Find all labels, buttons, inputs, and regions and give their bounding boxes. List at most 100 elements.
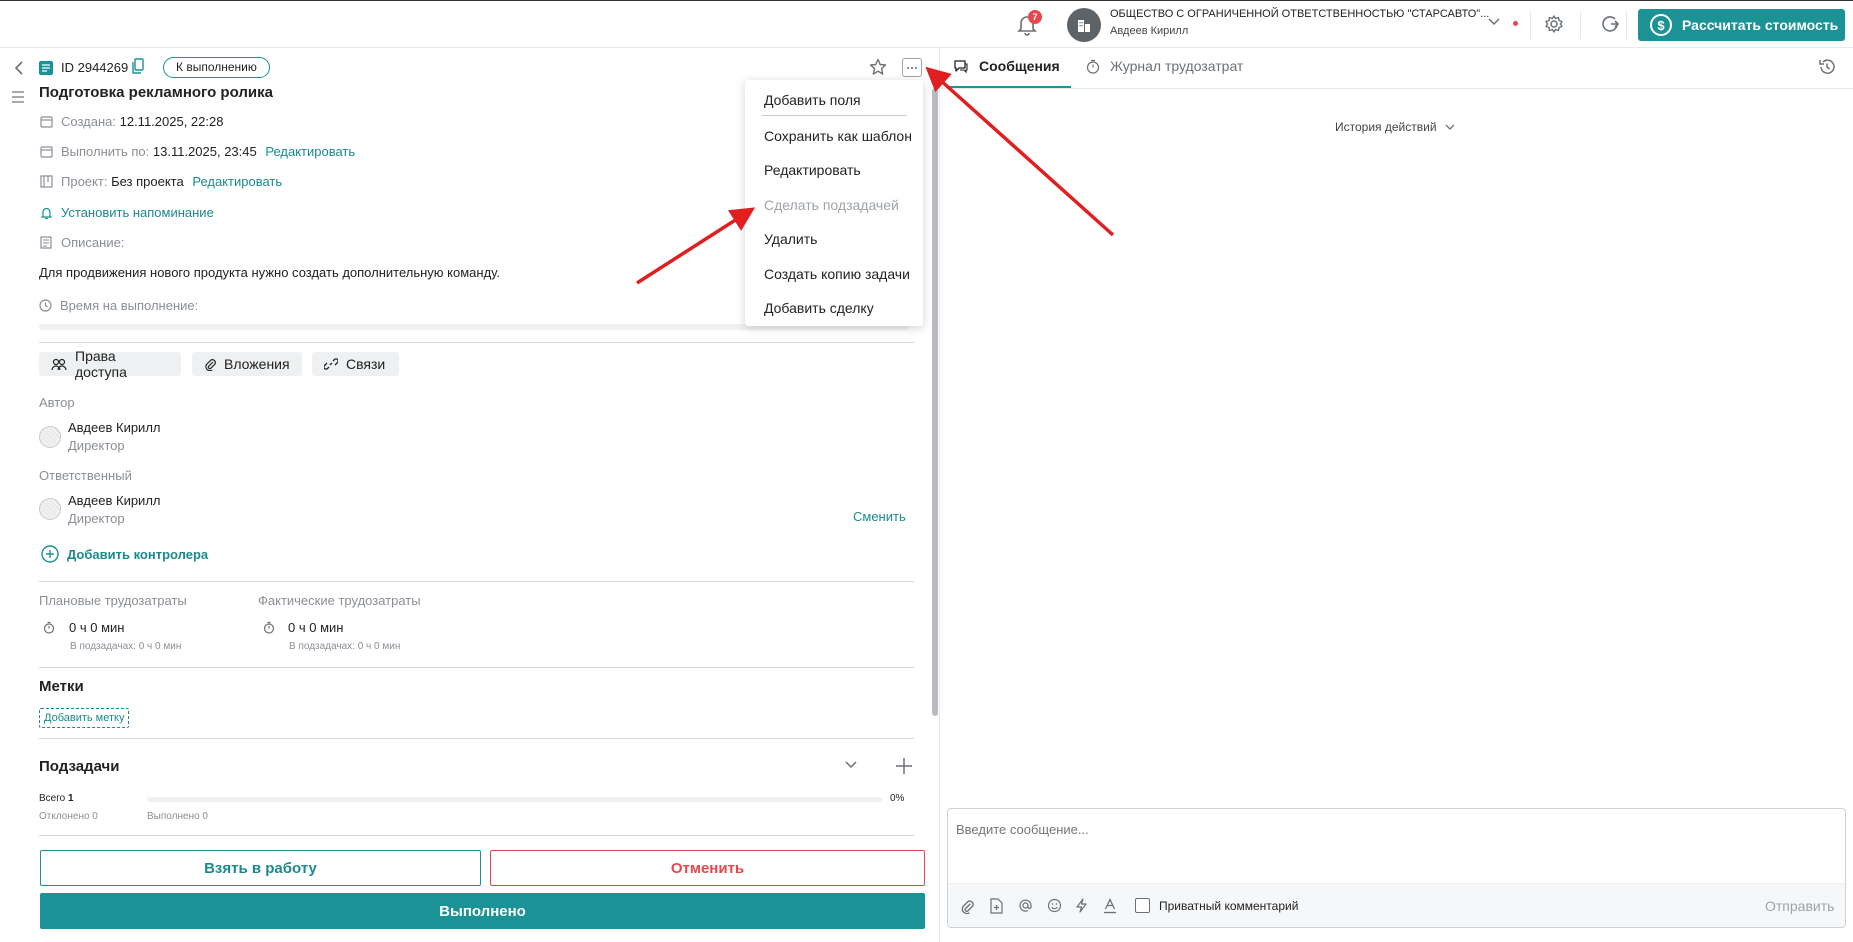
project-value: Без проекта — [111, 174, 184, 189]
cancel-button[interactable]: Отменить — [490, 850, 925, 886]
plus-icon[interactable] — [895, 757, 913, 775]
subtasks-rejected: Отклонено 0 — [39, 811, 98, 822]
tab-messages[interactable]: Сообщения — [953, 58, 1060, 74]
author-avatar[interactable] — [39, 426, 61, 448]
author-role: Директор — [68, 438, 125, 453]
attachments-label: Вложения — [224, 356, 290, 372]
divider — [39, 342, 914, 343]
file-add-icon[interactable] — [990, 898, 1003, 914]
set-reminder-link[interactable]: Установить напоминание — [61, 205, 214, 220]
project-row: Проект: Без проекта Редактировать — [61, 174, 282, 189]
chevron-down-icon — [1445, 124, 1455, 130]
org-name[interactable]: ОБЩЕСТВО С ОГРАНИЧЕННОЙ ОТВЕТСТВЕННОСТЬЮ… — [1110, 8, 1489, 20]
chat-icon — [953, 59, 969, 74]
created-label: Создана: — [61, 114, 116, 129]
composer-toolbar: Приватный комментарий Отправить — [948, 883, 1845, 927]
gear-icon[interactable] — [1544, 14, 1564, 34]
access-rights-button[interactable]: Права доступа — [39, 348, 181, 380]
divider — [1626, 11, 1627, 39]
menu-item-delete[interactable]: Удалить — [764, 231, 817, 247]
author-label: Автор — [39, 395, 75, 410]
responsible-role: Директор — [68, 511, 125, 526]
notification-count-badge: 7 — [1028, 10, 1042, 24]
change-responsible-link[interactable]: Сменить — [853, 509, 906, 524]
copy-icon[interactable] — [132, 58, 144, 74]
tags-title: Метки — [39, 678, 84, 695]
edit-project-link[interactable]: Редактировать — [192, 174, 282, 189]
task-title: Подготовка рекламного ролика — [39, 84, 273, 101]
back-chevron-icon[interactable] — [14, 61, 24, 75]
chevron-down-icon[interactable] — [1488, 18, 1500, 26]
top-bar: 7 ОБЩЕСТВО С ОГРАНИЧЕННОЙ ОТВЕТСТВЕННОСТ… — [0, 0, 1853, 48]
scrollbar[interactable] — [932, 88, 938, 716]
responsible-label: Ответственный — [39, 468, 132, 483]
status-dot — [1513, 21, 1518, 26]
menu-item-save-template[interactable]: Сохранить как шаблон — [764, 128, 912, 144]
history-dropdown[interactable]: История действий — [1335, 120, 1455, 134]
divider — [1580, 11, 1581, 39]
due-row: Выполнить по: 13.11.2025, 23:45 Редактир… — [61, 144, 355, 159]
logout-icon[interactable] — [1600, 14, 1620, 34]
send-button[interactable]: Отправить — [1765, 898, 1834, 914]
private-comment-label[interactable]: Приватный комментарий — [1159, 899, 1298, 913]
tab-labor-journal[interactable]: Журнал трудозатрат — [1086, 58, 1243, 74]
menu-item-copy-task[interactable]: Создать копию задачи — [764, 266, 910, 282]
add-controller-button[interactable]: Добавить контролера — [41, 545, 208, 563]
menu-item-add-fields[interactable]: Добавить поля — [764, 92, 861, 108]
lightning-icon[interactable] — [1075, 898, 1088, 913]
clock-icon — [39, 299, 52, 312]
add-controller-label: Добавить контролера — [67, 546, 209, 562]
more-options-button[interactable] — [902, 58, 922, 77]
history-icon[interactable] — [1817, 57, 1837, 77]
paperclip-icon — [204, 357, 216, 371]
subtasks-progress-track — [147, 797, 882, 802]
take-to-work-button[interactable]: Взять в работу — [40, 850, 481, 886]
divider — [1530, 11, 1531, 39]
menu-item-make-subtask[interactable]: Сделать подзадачей — [764, 197, 899, 213]
access-label: Права доступа — [75, 348, 127, 380]
responsible-avatar[interactable] — [39, 498, 61, 520]
menu-divider — [762, 115, 907, 116]
emoji-icon[interactable] — [1047, 898, 1062, 913]
calculate-cost-button[interactable]: $ Рассчитать стоимость — [1638, 9, 1845, 41]
planned-labor-value: 0 ч 0 мин — [69, 620, 125, 635]
bell-reminder-icon — [40, 206, 53, 220]
text-format-icon[interactable] — [1103, 898, 1117, 914]
dollar-icon: $ — [1650, 14, 1672, 36]
total-label: Всего — [39, 793, 66, 804]
attachments-button[interactable]: Вложения — [192, 352, 302, 376]
context-menu: Добавить поля Сохранить как шаблон Редак… — [745, 80, 923, 326]
due-value: 13.11.2025, 23:45 — [152, 144, 257, 159]
mention-icon[interactable] — [1018, 898, 1033, 913]
menu-item-edit[interactable]: Редактировать — [764, 162, 861, 178]
links-label: Связи — [346, 356, 386, 372]
message-composer: Приватный комментарий Отправить — [947, 808, 1846, 928]
author-name[interactable]: Авдеев Кирилл — [68, 420, 161, 435]
org-avatar[interactable] — [1067, 8, 1101, 42]
total-value: 1 — [68, 793, 74, 804]
chevron-down-icon[interactable] — [845, 761, 857, 769]
status-badge[interactable]: К выполнению — [163, 57, 270, 78]
history-label: История действий — [1335, 120, 1437, 134]
links-button[interactable]: Связи — [312, 352, 399, 376]
message-input[interactable] — [956, 817, 1836, 841]
responsible-name[interactable]: Авдеев Кирилл — [68, 493, 161, 508]
menu-lines-icon[interactable] — [11, 91, 25, 103]
star-icon[interactable] — [869, 58, 887, 76]
arrow-to-make-subtask — [636, 207, 756, 285]
private-comment-checkbox[interactable] — [1135, 898, 1150, 913]
complete-button[interactable]: Выполнено — [40, 893, 925, 929]
divider — [39, 835, 914, 836]
divider — [39, 581, 914, 582]
description-label: Описание: — [61, 235, 125, 250]
calendar-icon — [40, 115, 53, 128]
task-type-icon — [39, 61, 53, 75]
actual-labor-sub: В подзадачах: 0 ч 0 мин — [289, 641, 401, 652]
edit-due-link[interactable]: Редактировать — [265, 144, 355, 159]
menu-item-add-deal[interactable]: Добавить сделку — [764, 300, 874, 316]
paperclip-icon[interactable] — [960, 898, 974, 914]
tab-messages-label: Сообщения — [979, 58, 1060, 74]
arrow-to-more-options — [925, 66, 1115, 237]
created-row: Создана: 12.11.2025, 22:28 — [61, 114, 223, 129]
add-tag-button[interactable]: Добавить метку — [39, 708, 130, 728]
